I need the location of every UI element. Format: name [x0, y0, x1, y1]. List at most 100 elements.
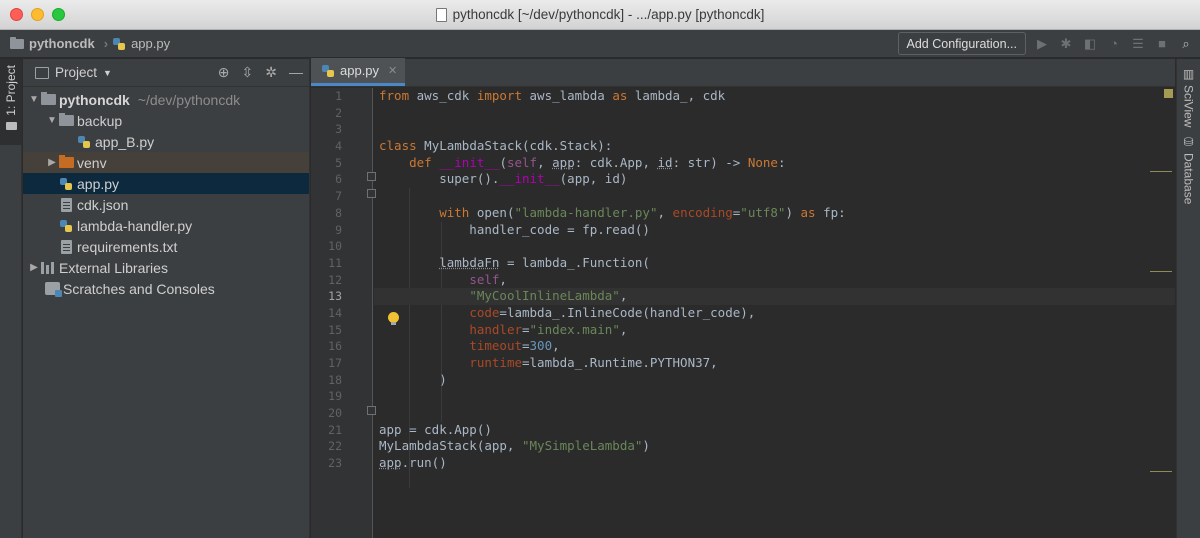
- tree-item-external-libraries[interactable]: ▶ External Libraries: [23, 257, 309, 278]
- python-icon-wrap: [59, 219, 77, 233]
- tree-item-label: pythoncdk: [59, 91, 130, 108]
- editor-tabs: app.py ✕: [311, 58, 1175, 87]
- tree-item-scratches[interactable]: Scratches and Consoles: [23, 278, 309, 299]
- tree-item-requirements[interactable]: requirements.txt: [23, 236, 309, 257]
- run-toolbar: Add Configuration... ▶ ✱ ◧ ◔ ☰ ■ ⌕: [897, 32, 1195, 55]
- collapse-all-icon[interactable]: ⇳: [242, 64, 254, 81]
- line-number: 13: [328, 289, 342, 304]
- locate-icon[interactable]: ⊕: [218, 64, 230, 81]
- left-tool-stripe: 1: Project: [0, 59, 22, 538]
- tree-item-cdk-json[interactable]: cdk.json: [23, 194, 309, 215]
- tree-item-path: ~/dev/pythoncdk: [137, 91, 241, 108]
- tree-item-label: app.py: [77, 175, 120, 192]
- panel-icon: [35, 66, 49, 79]
- window-title: pythoncdk [~/dev/pythoncdk] - .../app.py…: [452, 7, 765, 22]
- debug-icon[interactable]: ✱: [1058, 36, 1074, 52]
- concurrency-icon[interactable]: ☰: [1130, 36, 1146, 52]
- gear-icon[interactable]: ✲: [265, 64, 277, 81]
- code-line-8: with open("lambda-handler.py", encoding=…: [439, 204, 846, 220]
- tree-item-label: app_B.py: [95, 133, 155, 150]
- chevron-right-icon[interactable]: ▶: [27, 262, 41, 273]
- hide-panel-icon[interactable]: —: [289, 64, 303, 81]
- project-tree: ▼ pythoncdk ~/dev/pythoncdk ▼ backup app…: [23, 87, 309, 299]
- python-file-icon: [112, 37, 126, 51]
- code-line-12: self,: [469, 271, 507, 287]
- breadcrumb-file-label: app.py: [131, 36, 171, 51]
- tree-item-label: cdk.json: [77, 196, 129, 213]
- code-line-18: ): [379, 371, 447, 387]
- line-number: 10: [328, 239, 342, 254]
- stripe-mark[interactable]: [1150, 271, 1172, 272]
- code-area[interactable]: 1 2 3 4 5 6 7 8 9 10 11 12 13 14 15 16 17 18 19 20 21 22 23 fr…: [311, 88, 1175, 538]
- add-configuration-button[interactable]: Add Configuration...: [897, 32, 1026, 55]
- chevron-down-icon[interactable]: ▼: [45, 115, 59, 126]
- tree-item-app-b[interactable]: app_B.py: [23, 131, 309, 152]
- scratches-icon: [45, 282, 62, 297]
- chevron-down-icon: ▼: [103, 67, 112, 78]
- breadcrumb-file[interactable]: app.py: [108, 36, 170, 51]
- database-label: Database: [1181, 153, 1196, 205]
- code-line-22: MyLambdaStack(app, "MySimpleLambda"): [379, 438, 650, 454]
- breadcrumb-project[interactable]: pythoncdk ›: [0, 36, 108, 51]
- search-icon[interactable]: ⌕: [1178, 36, 1194, 52]
- code-line-23: app.run(): [379, 455, 447, 471]
- stop-icon[interactable]: ■: [1154, 36, 1170, 52]
- sciview-label: SciView: [1181, 85, 1196, 128]
- tree-item-label: backup: [77, 112, 123, 129]
- tree-item-app[interactable]: app.py: [23, 173, 309, 194]
- chevron-right-icon[interactable]: ▶: [45, 157, 59, 168]
- coverage-icon[interactable]: ◧: [1082, 36, 1098, 52]
- line-number: 1: [335, 89, 342, 103]
- line-number: 21: [328, 422, 342, 437]
- code-line-5: def __init__(self, app: cdk.App, id: str…: [409, 154, 786, 170]
- close-icon[interactable]: ✕: [388, 64, 397, 77]
- line-number: 11: [328, 255, 342, 270]
- tree-item-pythoncdk[interactable]: ▼ pythoncdk ~/dev/pythoncdk: [23, 89, 309, 110]
- tree-item-label: venv: [77, 154, 107, 171]
- project-panel: Project ▼ ⊕ ⇳ ✲ — ▼ pythoncdk ~/dev/pyth…: [23, 59, 310, 538]
- folder-icon: [5, 121, 17, 130]
- code-line-13: "MyCoolInlineLambda",: [374, 288, 1175, 305]
- close-window-button[interactable]: [10, 8, 23, 21]
- tab-label: app.py: [340, 63, 380, 78]
- stripe-mark[interactable]: [1150, 171, 1172, 172]
- tree-item-label: External Libraries: [59, 259, 168, 276]
- project-view-selector[interactable]: Project ▼: [35, 65, 112, 80]
- line-number: 6: [335, 172, 342, 187]
- folder-icon-wrap: [59, 113, 77, 126]
- folder-icon: [10, 36, 24, 49]
- line-number: 19: [328, 389, 342, 404]
- line-number: 15: [328, 322, 342, 337]
- excluded-folder-icon: [59, 155, 74, 168]
- code-line-11: lambdaFn = lambda_.Function(: [439, 254, 650, 270]
- tree-item-backup[interactable]: ▼ backup: [23, 110, 309, 131]
- code-line-21: app = cdk.App(): [379, 421, 492, 437]
- chevron-down-icon[interactable]: ▼: [27, 94, 41, 105]
- project-panel-title: Project: [55, 65, 98, 80]
- code-line-4: class MyLambdaStack(cdk.Stack):: [379, 138, 613, 154]
- minimize-window-button[interactable]: [31, 8, 44, 21]
- sciview-tool-tab[interactable]: ▥ SciView: [1177, 59, 1200, 127]
- line-number: 7: [335, 189, 342, 204]
- line-number: 8: [335, 205, 342, 220]
- scratch-icon-wrap: [45, 282, 63, 297]
- python-file-icon: [77, 135, 91, 149]
- maximize-window-button[interactable]: [52, 8, 65, 21]
- code-line-6: super().__init__(app, id): [379, 171, 628, 187]
- folder-icon: [41, 92, 56, 105]
- run-icon[interactable]: ▶: [1034, 36, 1050, 52]
- json-file-icon: [61, 197, 72, 212]
- error-stripe[interactable]: [1150, 87, 1172, 537]
- tab-app-py[interactable]: app.py ✕: [311, 58, 406, 86]
- library-icon: [41, 261, 55, 274]
- project-panel-header: Project ▼ ⊕ ⇳ ✲ —: [23, 59, 309, 87]
- line-number: 23: [328, 456, 342, 471]
- stripe-mark[interactable]: [1150, 471, 1172, 472]
- python-file-icon: [321, 64, 335, 78]
- tree-item-lambda-handler[interactable]: lambda-handler.py: [23, 215, 309, 236]
- database-tool-tab[interactable]: ⛁ Database: [1177, 127, 1200, 204]
- line-number: 16: [328, 339, 342, 354]
- project-tool-tab[interactable]: 1: Project: [0, 59, 22, 145]
- profile-icon[interactable]: ◔: [1106, 36, 1122, 52]
- tree-item-venv[interactable]: ▶ venv: [23, 152, 309, 173]
